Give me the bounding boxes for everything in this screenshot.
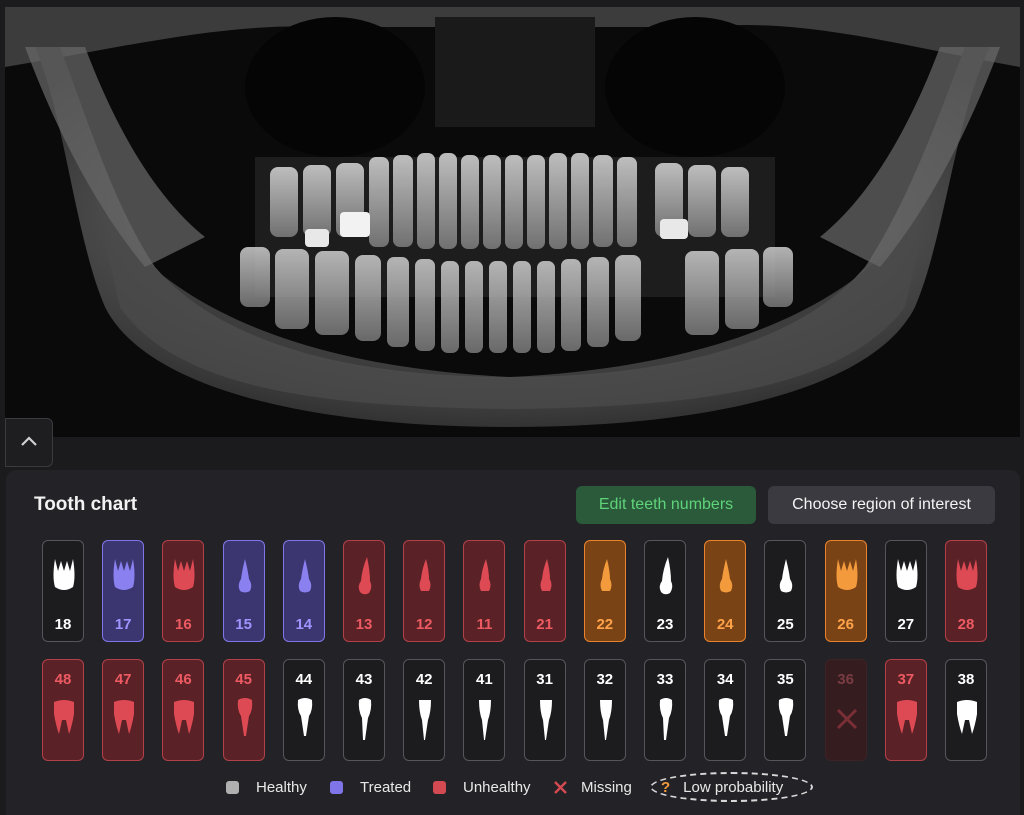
legend-low-probability: ? Low probability [661,779,783,796]
treated-swatch [330,781,343,794]
tooth-number: 38 [957,671,975,688]
tooth-number: 27 [897,616,915,633]
choose-region-of-interest-button[interactable]: Choose region of interest [768,486,995,524]
tooth-28[interactable]: 28 [945,540,987,642]
tooth-23[interactable]: 23 [644,540,686,642]
tooth-number: 13 [355,616,373,633]
tooth-number: 36 [837,671,854,688]
tooth-number: 28 [957,616,975,633]
legend-unhealthy: Unhealthy [433,779,531,796]
tooth-45[interactable]: 45 [222,659,265,761]
unhealthy-swatch [433,781,446,794]
tooth-number: 45 [235,671,252,688]
tooth-41[interactable]: 41 [463,659,506,761]
tooth-15[interactable]: 15 [222,540,265,642]
tooth-number: 46 [175,671,192,688]
tooth-25[interactable]: 25 [764,540,807,642]
tooth-35[interactable]: 35 [764,659,807,761]
tooth-number: 31 [536,671,553,688]
tooth-32[interactable]: 32 [583,659,626,761]
legend-healthy: Healthy [226,779,307,796]
tooth-number: 22 [596,616,614,633]
tooth-46[interactable]: 46 [162,659,205,761]
legend-healthy-label: Healthy [256,779,307,796]
tooth-number: 26 [837,616,854,633]
legend: Healthy Treated Unhealthy Missing ? Low … [6,772,1020,804]
healthy-swatch [226,781,239,794]
tooth-26[interactable]: 26 [824,540,867,642]
tooth-number: 15 [235,616,252,633]
legend-missing-label: Missing [581,779,632,796]
tooth-number: 24 [716,616,734,633]
tooth-11[interactable]: 11 [463,540,506,642]
panel-title: Tooth chart [34,494,138,515]
tooth-number: 37 [897,671,915,688]
legend-missing: Missing [553,779,632,796]
tooth-42[interactable]: 42 [403,659,446,761]
tooth-number: 11 [476,616,493,633]
tooth-34[interactable]: 34 [704,659,747,761]
tooth-number: 18 [54,616,72,633]
tooth-number: 17 [114,616,132,633]
legend-unhealthy-label: Unhealthy [463,779,531,796]
tooth-number: 23 [656,616,674,633]
tooth-47[interactable]: 47 [102,659,145,761]
tooth-22[interactable]: 22 [583,540,626,642]
collapse-panel-button[interactable] [5,418,53,467]
tooth-17[interactable]: 17 [102,540,145,642]
tooth-number: 14 [295,616,313,633]
tooth-number: 33 [656,671,674,688]
tooth-21[interactable]: 21 [523,540,566,642]
tooth-43[interactable]: 43 [343,659,385,761]
tooth-number: 42 [415,671,433,688]
tooth-number: 12 [415,616,433,633]
tooth-number: 43 [355,671,373,688]
tooth-36[interactable]: 36 [824,659,867,761]
tooth-16[interactable]: 16 [162,540,205,642]
tooth-38[interactable]: 38 [945,659,987,761]
tooth-number: 41 [476,671,493,688]
tooth-number: 21 [536,616,553,633]
edit-teeth-numbers-button[interactable]: Edit teeth numbers [576,486,756,524]
x-icon [553,780,568,795]
tooth-13[interactable]: 13 [343,540,385,642]
question-mark-icon: ? [661,779,671,796]
tooth-number: 47 [114,671,132,688]
tooth-48[interactable]: 48 [42,659,84,761]
tooth-number: 25 [777,616,794,633]
tooth-33[interactable]: 33 [644,659,686,761]
tooth-12[interactable]: 12 [403,540,446,642]
tooth-27[interactable]: 27 [884,540,927,642]
tooth-24[interactable]: 24 [704,540,747,642]
tooth-number: 44 [295,671,313,688]
panoramic-xray-image [5,7,1020,437]
legend-treated: Treated [330,779,411,796]
tooth-number: 35 [777,671,794,688]
legend-treated-label: Treated [360,779,412,796]
tooth-44[interactable]: 44 [282,659,325,761]
tooth-chart-panel: Tooth chart Edit teeth numbers Choose re… [6,470,1020,815]
tooth-number: 32 [596,671,614,688]
tooth-18[interactable]: 18 [42,540,84,642]
tooth-31[interactable]: 31 [523,659,566,761]
chevron-up-icon [20,434,38,452]
tooth-14[interactable]: 14 [282,540,325,642]
tooth-number: 16 [175,616,192,633]
tooth-37[interactable]: 37 [884,659,927,761]
tooth-number: 34 [716,671,734,688]
tooth-number: 48 [54,671,72,688]
legend-low-probability-label: Low probability [683,779,784,796]
